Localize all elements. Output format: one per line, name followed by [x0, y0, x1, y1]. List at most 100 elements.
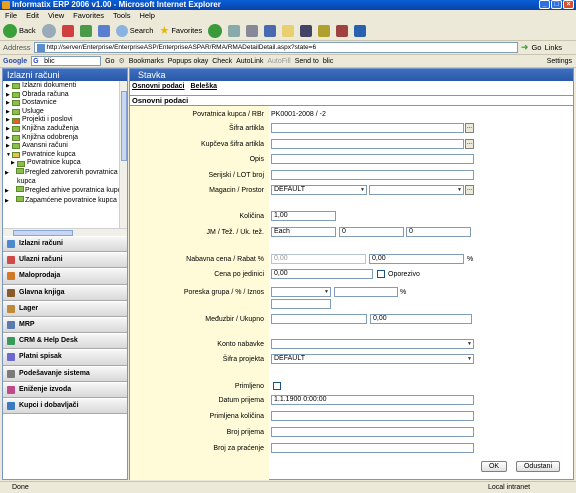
module-kupci-i-dobavljaci[interactable]: Kupci i dobavljači — [3, 397, 127, 415]
module-podesavanje-sistema[interactable]: Podešavanje sistema — [3, 365, 127, 382]
tree-item[interactable]: ▼ Povratnice kupca — [3, 151, 127, 160]
broj-za-pracenje-input[interactable] — [271, 443, 474, 453]
cena-input[interactable]: 0,00 — [271, 269, 373, 279]
expand-icon[interactable]: ▶ — [11, 159, 16, 168]
opis-input[interactable] — [271, 154, 474, 164]
tree-item[interactable]: ▶ Izlazni dokumenti — [3, 82, 127, 91]
rabat-input[interactable]: 0,00 — [369, 254, 464, 264]
blic-button[interactable]: blic — [323, 58, 334, 65]
kupceva-lookup-button[interactable]: ... — [465, 139, 474, 149]
google-tools-icon[interactable]: ⚙ — [118, 57, 124, 65]
primljena-kolicina-input[interactable] — [271, 411, 474, 421]
menu-help[interactable]: Help — [140, 10, 155, 21]
tree-item[interactable]: ▶ Obrada računa — [3, 91, 127, 100]
go-arrow-icon[interactable]: ➜ — [521, 42, 529, 53]
ok-button[interactable]: OK — [481, 461, 507, 472]
popups-button[interactable]: Popups okay — [168, 58, 208, 65]
maximize-button[interactable]: □ — [551, 0, 562, 9]
module-platni-spisak[interactable]: Platni spisak — [3, 349, 127, 366]
edit-button[interactable] — [264, 24, 277, 37]
tree-item[interactable]: ▶ Projekti i poslovi — [3, 116, 127, 125]
autolink-button[interactable]: AutoLink — [236, 58, 263, 65]
expand-icon[interactable]: ▶ — [6, 125, 11, 134]
module-maloprodaja[interactable]: Maloprodaja — [3, 268, 127, 285]
cancel-button[interactable]: Odustani — [516, 461, 560, 472]
expand-icon[interactable]: ▶ — [6, 134, 11, 143]
tree-item[interactable]: ▶ Knjižna odobrenja — [3, 134, 127, 143]
tree-item[interactable]: ▶ Zapamćene povratnice kupca — [3, 195, 127, 206]
poreska-procenat-input[interactable] — [334, 287, 398, 297]
konto-nabavke-select[interactable] — [271, 339, 474, 349]
minimize-button[interactable]: _ — [539, 0, 550, 9]
tab-beleska[interactable]: Beleška — [191, 81, 217, 92]
prostor-lookup-button[interactable]: ... — [465, 185, 474, 195]
oporezivo-checkbox[interactable] — [377, 270, 385, 278]
broj-prijema-input[interactable] — [271, 427, 474, 437]
links-button[interactable]: Links — [544, 43, 562, 52]
tree-item[interactable]: ▶ Povratnice kupca — [3, 159, 127, 168]
expand-icon[interactable]: ▶ — [6, 99, 11, 108]
kupceva-sifra-input[interactable] — [271, 139, 464, 149]
menu-edit[interactable]: Edit — [26, 10, 39, 21]
messenger-button[interactable] — [300, 24, 313, 37]
tree-item[interactable]: ▶ Pregled zatvorenih povratnica kupca — [3, 167, 127, 186]
print-button[interactable] — [246, 24, 259, 37]
tree-item[interactable]: ▶ Pregled arhive povratnica kupca — [3, 186, 127, 196]
tab-osnovni-podaci[interactable]: Osnovni podaci — [132, 81, 185, 92]
kolicina-input[interactable]: 1,00 — [271, 211, 336, 221]
nabavna-cena-input[interactable]: 0,00 — [271, 254, 366, 264]
scroll-thumb[interactable] — [13, 230, 73, 236]
prostor-select[interactable] — [369, 185, 464, 195]
mail-button[interactable] — [228, 24, 241, 37]
menu-file[interactable]: File — [5, 10, 17, 21]
poreski-iznos-input[interactable] — [271, 299, 331, 309]
sifra-projekta-select[interactable]: DEFAULT — [271, 354, 474, 364]
expand-icon[interactable]: ▶ — [6, 91, 11, 100]
stop-button[interactable] — [61, 24, 74, 37]
forward-button[interactable] — [41, 23, 56, 38]
magacin-select[interactable]: DEFAULT — [271, 185, 367, 195]
back-button[interactable]: Back — [3, 23, 36, 38]
refresh-button[interactable] — [79, 24, 92, 37]
close-button[interactable]: × — [563, 0, 574, 9]
tree-item[interactable]: ▶ Avansni računi — [3, 142, 127, 151]
google-search-input[interactable]: Gblic — [31, 56, 102, 66]
ukupno-input[interactable]: 0,00 — [370, 314, 472, 324]
sifra-lookup-button[interactable]: ... — [465, 123, 474, 133]
home-button[interactable] — [97, 24, 110, 37]
primljeno-checkbox[interactable] — [273, 382, 281, 390]
module-mrp[interactable]: MRP — [3, 316, 127, 334]
media-button[interactable] — [208, 23, 223, 38]
menu-favorites[interactable]: Favorites — [73, 10, 104, 21]
tree-horizontal-scrollbar[interactable] — [3, 228, 127, 236]
meduzbir-input[interactable] — [271, 314, 367, 324]
settings-button[interactable]: Settings — [547, 58, 572, 65]
favorites-button[interactable]: ★ Favorites — [159, 24, 202, 37]
expand-icon[interactable]: ▶ — [6, 108, 11, 117]
go-button[interactable]: Go — [531, 43, 541, 52]
google-go-button[interactable]: Go — [105, 58, 114, 65]
tezina-input[interactable]: 0 — [339, 227, 404, 237]
module-crm[interactable]: CRM & Help Desk — [3, 333, 127, 350]
tree-vertical-scrollbar[interactable] — [119, 81, 127, 228]
module-enizenje-izvoda[interactable]: Eniženje izvoda — [3, 381, 127, 398]
menu-tools[interactable]: Tools — [113, 10, 131, 21]
address-input[interactable]: http://server/Enterprise/EnterpriseASP/E… — [33, 42, 518, 53]
tree-item[interactable]: ▶ Usluge — [3, 108, 127, 117]
tree-item[interactable]: ▶ Knjižna zaduženja — [3, 125, 127, 134]
module-izlazni-racuni[interactable]: Izlazni računi — [3, 236, 127, 253]
expand-icon[interactable]: ▶ — [6, 142, 11, 151]
ukupna-tezina-input[interactable]: 0 — [406, 227, 471, 237]
datum-prijema-input[interactable]: 1.1.1900 0:00:00 — [271, 395, 474, 405]
discuss-button[interactable] — [282, 24, 295, 37]
scroll-thumb[interactable] — [121, 91, 127, 161]
module-lager[interactable]: Lager — [3, 300, 127, 317]
tree-item[interactable]: ▶ Dostavnice — [3, 99, 127, 108]
autofill-button[interactable]: AutoFill — [267, 58, 290, 65]
module-glavna-knjiga[interactable]: Glavna knjiga — [3, 284, 127, 301]
poreska-grupa-select[interactable] — [271, 287, 331, 297]
jm-input[interactable]: Each — [271, 227, 336, 237]
search-button[interactable]: Search — [115, 24, 153, 37]
sifra-artikla-input[interactable] — [271, 123, 464, 133]
module-ulazni-racuni[interactable]: Ulazni računi — [3, 252, 127, 269]
